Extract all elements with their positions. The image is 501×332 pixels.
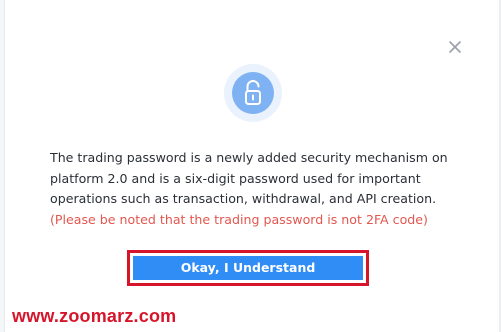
- unlocked-padlock-icon: [232, 72, 274, 114]
- site-watermark: www.zoomarz.com: [12, 306, 177, 326]
- lock-icon-halo: [224, 64, 282, 122]
- trading-password-dialog: The trading password is a newly added se…: [0, 0, 501, 332]
- okay-i-understand-button[interactable]: Okay, I Understand: [133, 256, 363, 280]
- left-frame-edge: [0, 0, 5, 332]
- message-main-text: The trading password is a newly added se…: [50, 150, 448, 206]
- close-icon[interactable]: [446, 38, 464, 56]
- dialog-message: The trading password is a newly added se…: [50, 148, 460, 230]
- message-warning-text: (Please be noted that the trading passwo…: [50, 211, 428, 227]
